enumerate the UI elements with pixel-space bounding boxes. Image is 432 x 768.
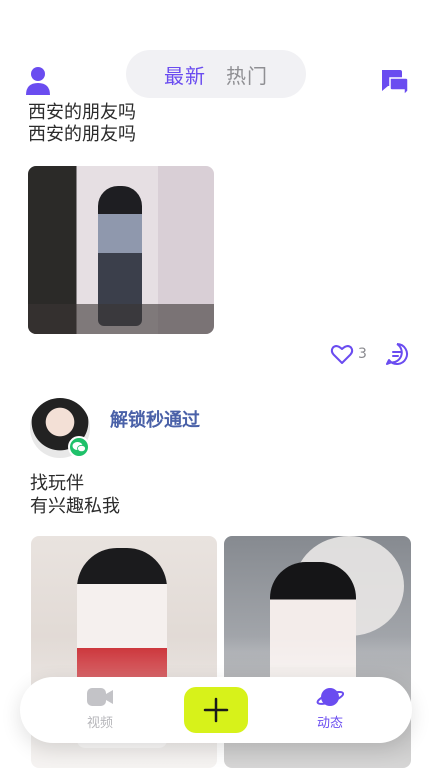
post-text: 西安的朋友吗 西安的朋友吗	[28, 102, 136, 146]
plus-icon	[203, 697, 229, 723]
tab-latest[interactable]: 最新	[164, 60, 206, 89]
user-icon	[26, 67, 50, 95]
like-count: 3	[358, 346, 367, 362]
post-text-line: 有兴趣私我	[30, 496, 120, 517]
add-post-button[interactable]	[184, 687, 248, 733]
heart-icon[interactable]	[330, 342, 354, 366]
post-photo[interactable]	[28, 166, 214, 334]
tab-popular[interactable]: 热门	[226, 60, 268, 89]
nav-label: 动态	[316, 716, 343, 731]
nav-video[interactable]: 视频	[60, 685, 140, 731]
post-text-line: 西安的朋友吗	[28, 102, 136, 123]
photo-floor	[28, 304, 214, 334]
wechat-icon	[68, 436, 90, 458]
nav-label: 视频	[86, 716, 113, 731]
post-text-line: 西安的朋友吗	[28, 124, 136, 145]
feed-tab-switch: 最新 热门	[126, 50, 306, 98]
bottom-nav: 视频 动态	[20, 677, 412, 743]
post-text: 找玩伴 有兴趣私我	[30, 472, 120, 518]
planet-icon	[316, 688, 344, 706]
chat-bubbles-icon	[382, 70, 409, 97]
username[interactable]: 解锁秒通过	[110, 406, 200, 432]
profile-button[interactable]	[24, 66, 52, 96]
post-text-line: 找玩伴	[30, 473, 84, 494]
post-actions: 3	[330, 342, 409, 366]
nav-moments[interactable]: 动态	[290, 685, 370, 731]
video-camera-icon	[87, 688, 113, 706]
comment-icon[interactable]	[385, 342, 409, 366]
messages-button[interactable]	[378, 66, 410, 98]
